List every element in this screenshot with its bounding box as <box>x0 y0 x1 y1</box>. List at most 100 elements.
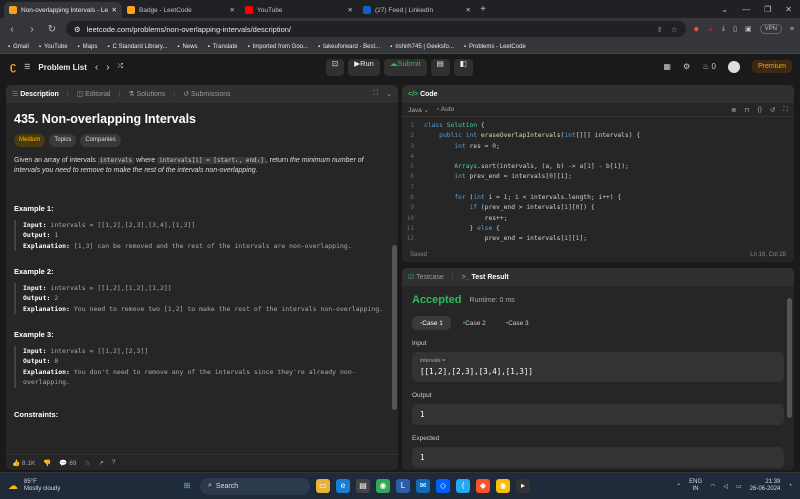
tab-editorial[interactable]: ◫ Editorial <box>77 90 111 98</box>
fullscreen-icon[interactable]: ⛶ <box>783 106 788 114</box>
run-button[interactable]: ▶Run <box>348 59 380 76</box>
brave-icon[interactable]: ◆ <box>476 479 490 493</box>
format-icon[interactable]: ≣ <box>731 106 736 114</box>
rewards-icon[interactable]: ▲ <box>707 26 714 33</box>
braces-icon[interactable]: {} <box>758 106 762 113</box>
expand-icon[interactable]: ⛶ <box>373 90 378 98</box>
dropbox-icon[interactable]: ◇ <box>436 479 450 493</box>
close-tab-icon[interactable]: ✕ <box>466 6 471 14</box>
mail-icon[interactable]: ✉ <box>416 479 430 493</box>
site-info-icon[interactable]: ⚙ <box>74 25 81 34</box>
chrome-icon[interactable]: ◉ <box>376 479 390 493</box>
avatar[interactable] <box>727 60 740 73</box>
layout-icon[interactable]: ▦ <box>663 62 671 71</box>
whiteboard-button[interactable]: ◧ <box>453 59 473 76</box>
minimize-button[interactable]: — <box>742 5 750 14</box>
share-icon[interactable]: ⇪ <box>657 25 663 34</box>
reset-icon[interactable]: ↺ <box>770 106 775 114</box>
settings-icon[interactable]: ⚙ <box>683 62 690 71</box>
notes-button[interactable]: ▤ <box>430 59 450 76</box>
browser-tab[interactable]: Non-overlapping Intervals - Lee ✕ <box>4 2 122 18</box>
language-select[interactable]: Java ⌄ <box>408 106 429 114</box>
description-scrollbar[interactable] <box>392 245 397 410</box>
bookmark-item[interactable]: ▪ Problems - LeetCode <box>464 44 526 50</box>
shuffle-icon[interactable]: ⤮ <box>118 63 124 71</box>
autocomplete-toggle[interactable]: ▫ Auto <box>437 106 454 113</box>
browser-tab[interactable]: (27) Feed | LinkedIn ✕ <box>358 2 476 18</box>
terminal-app-icon[interactable]: ▸ <box>516 479 530 493</box>
tab-submissions[interactable]: ↺ Submissions <box>183 90 231 98</box>
favorite-star-icon[interactable]: ☆ <box>85 459 91 467</box>
close-tab-icon[interactable]: ✕ <box>230 6 235 14</box>
sidebar-icon[interactable]: ▯ <box>733 25 737 33</box>
weather-widget[interactable]: 85°F Mostly cloudy <box>24 479 174 494</box>
bookmark-item[interactable]: ▪ News <box>177 44 197 50</box>
tab-search-icon[interactable]: ⌄ <box>721 5 728 14</box>
file-explorer-icon[interactable]: ▭ <box>316 479 330 493</box>
notification-icon[interactable]: ◔ <box>788 483 792 489</box>
bookmark-icon[interactable]: ⊓ <box>745 106 750 114</box>
volume-icon[interactable]: ◁ <box>723 483 728 490</box>
chrome-dev-icon[interactable]: ◉ <box>496 479 510 493</box>
launcher-icon[interactable]: L <box>396 479 410 493</box>
language-indicator[interactable]: ENG IN <box>689 479 702 494</box>
browser-tab[interactable]: YouTube ✕ <box>240 2 358 18</box>
taskbar-search[interactable]: ⌕ Search <box>200 477 310 495</box>
bookmark-item[interactable]: ▪ Gmail <box>8 44 29 50</box>
url-field[interactable]: ⚙ leetcode.com/problems/non-overlapping-… <box>66 21 686 37</box>
vscode-icon[interactable]: ⟨ <box>456 479 470 493</box>
streak-counter[interactable]: ♨ 0 <box>702 62 716 71</box>
reload-icon[interactable]: ↻ <box>46 24 58 35</box>
new-tab-button[interactable]: + <box>476 4 490 15</box>
problem-list-icon[interactable]: ☰ <box>24 63 30 71</box>
comments-button[interactable]: 💬 69 <box>59 459 76 467</box>
case-tab[interactable]: • Case 2 <box>455 316 494 330</box>
wallet-icon[interactable]: ▣ <box>745 25 752 33</box>
close-tab-icon[interactable]: ✕ <box>112 6 117 14</box>
download-icon[interactable]: ⤓ <box>722 25 725 33</box>
case-tab[interactable]: • Case 1 <box>412 316 451 330</box>
collapse-icon[interactable]: ⌄ <box>386 90 392 98</box>
dislike-icon[interactable]: 👎 <box>43 459 51 467</box>
like-button[interactable]: 👍 8.1K <box>12 459 35 467</box>
leetcode-logo-icon[interactable]: ʗ <box>10 61 16 73</box>
tag-topics[interactable]: Topics <box>49 134 77 147</box>
problem-list-link[interactable]: Problem List <box>38 63 86 72</box>
edge-icon[interactable]: e <box>336 479 350 493</box>
brave-shield-icon[interactable]: ◆ <box>694 25 699 33</box>
code-tab[interactable]: </> Code <box>408 91 438 98</box>
bookmark-item[interactable]: ▪ C Standard Library... <box>107 44 167 50</box>
case-tab[interactable]: • Case 3 <box>498 316 537 330</box>
prev-problem-icon[interactable]: ‹ <box>95 62 98 73</box>
forward-icon[interactable]: › <box>26 24 38 35</box>
tab-solutions[interactable]: ⚗ Solutions <box>128 90 165 98</box>
vpn-button[interactable]: VPN <box>759 24 782 34</box>
start-icon[interactable]: ⊞ <box>180 479 194 493</box>
menu-icon[interactable]: ≡ <box>790 26 794 33</box>
close-window-button[interactable]: ✕ <box>785 5 792 14</box>
bookmark-item[interactable]: ▪ YouTube <box>39 44 68 50</box>
restore-button[interactable]: ❐ <box>764 5 771 14</box>
battery-icon[interactable]: ▭ <box>736 483 742 490</box>
help-icon[interactable]: ? <box>112 459 116 466</box>
browser-tab[interactable]: Badge - LeetCode ✕ <box>122 2 240 18</box>
tray-expand-icon[interactable]: ⌃ <box>676 483 681 490</box>
test-result-tab[interactable]: >_ Test Result <box>462 274 509 281</box>
close-tab-icon[interactable]: ✕ <box>348 6 353 14</box>
debug-button[interactable]: ⊡ <box>326 59 345 76</box>
premium-button[interactable]: Premium <box>751 60 792 73</box>
result-scrollbar[interactable] <box>787 298 792 418</box>
tab-description[interactable]: ☰ Description <box>12 90 59 98</box>
bookmark-item[interactable]: ▪ Translate <box>208 44 238 50</box>
bookmark-item[interactable]: ▪ rishirh745 | Geeksfo... <box>390 44 454 50</box>
wifi-icon[interactable]: ◠ <box>710 483 715 490</box>
submit-button[interactable]: ☁Submit <box>383 59 427 76</box>
bookmark-star-icon[interactable]: ☆ <box>671 25 678 34</box>
store-icon[interactable]: ▤ <box>356 479 370 493</box>
back-icon[interactable]: ‹ <box>6 24 18 35</box>
testcase-tab[interactable]: ☑ Testcase <box>408 273 444 281</box>
share-link-icon[interactable]: ↗ <box>98 459 103 467</box>
bookmark-item[interactable]: ▪ Imported from Goo... <box>248 44 309 50</box>
tag-companies[interactable]: Companies <box>80 134 121 147</box>
bookmark-item[interactable]: ▪ takeuforward - Best... <box>318 44 380 50</box>
